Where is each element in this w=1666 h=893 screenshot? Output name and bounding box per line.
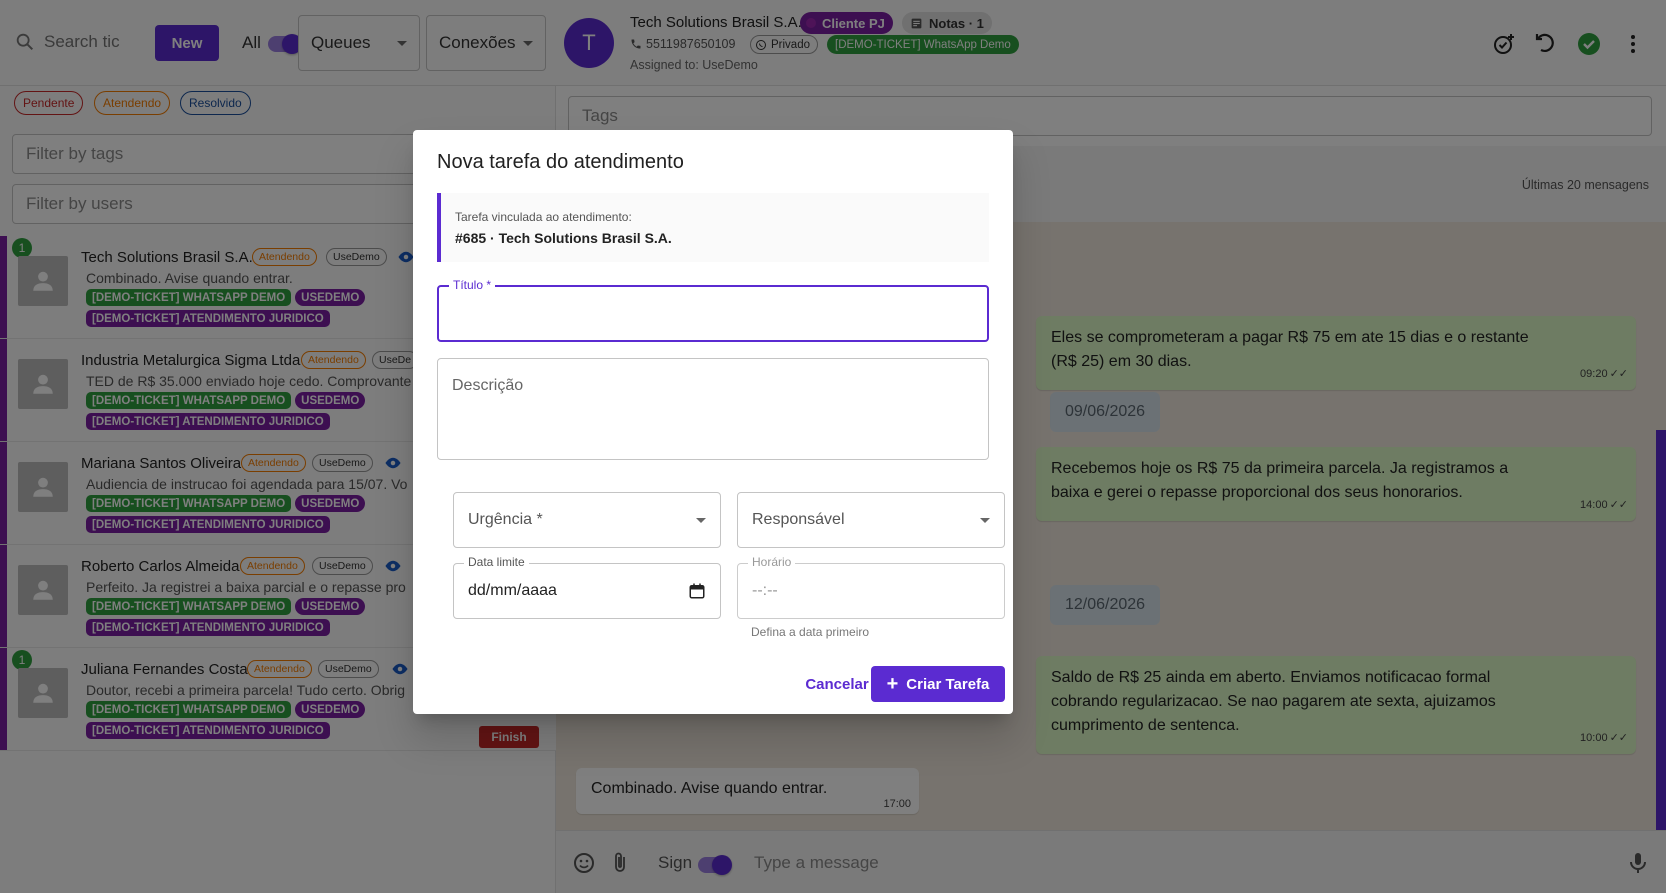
time-label: Horário xyxy=(748,555,796,569)
time-field: Horário --:-- xyxy=(737,555,1005,619)
plus-icon: + xyxy=(886,673,899,695)
due-date-label: Data limite xyxy=(464,555,529,569)
chevron-down-icon xyxy=(696,517,706,523)
title-field-label: Título * xyxy=(449,278,496,292)
due-date-value: dd/mm/aaaa xyxy=(468,582,557,599)
linked-ticket-label: Tarefa vinculada ao atendimento: xyxy=(455,210,632,224)
chevron-down-icon xyxy=(980,517,990,523)
time-value: --:-- xyxy=(752,582,778,599)
urgency-select[interactable]: Urgência * xyxy=(453,492,721,548)
create-task-label: Criar Tarefa xyxy=(906,675,990,693)
responsible-label: Responsável xyxy=(752,511,845,528)
create-task-button[interactable]: + Criar Tarefa xyxy=(871,666,1005,702)
title-field[interactable]: Título * xyxy=(437,278,989,342)
calendar-icon[interactable] xyxy=(688,582,706,600)
description-placeholder: Descrição xyxy=(452,377,524,394)
linked-ticket-value: #685 · Tech Solutions Brasil S.A. xyxy=(455,230,672,246)
linked-ticket-box: Tarefa vinculada ao atendimento: #685 · … xyxy=(437,193,989,262)
responsible-select[interactable]: Responsável xyxy=(737,492,1005,548)
dialog-title: Nova tarefa do atendimento xyxy=(437,151,684,173)
urgency-label: Urgência * xyxy=(468,511,543,528)
due-date-field[interactable]: Data limite dd/mm/aaaa xyxy=(453,555,721,619)
new-task-dialog: Nova tarefa do atendimento Tarefa vincul… xyxy=(413,130,1013,714)
time-hint: Defina a data primeiro xyxy=(751,625,870,639)
description-field[interactable]: Descrição xyxy=(437,358,989,460)
